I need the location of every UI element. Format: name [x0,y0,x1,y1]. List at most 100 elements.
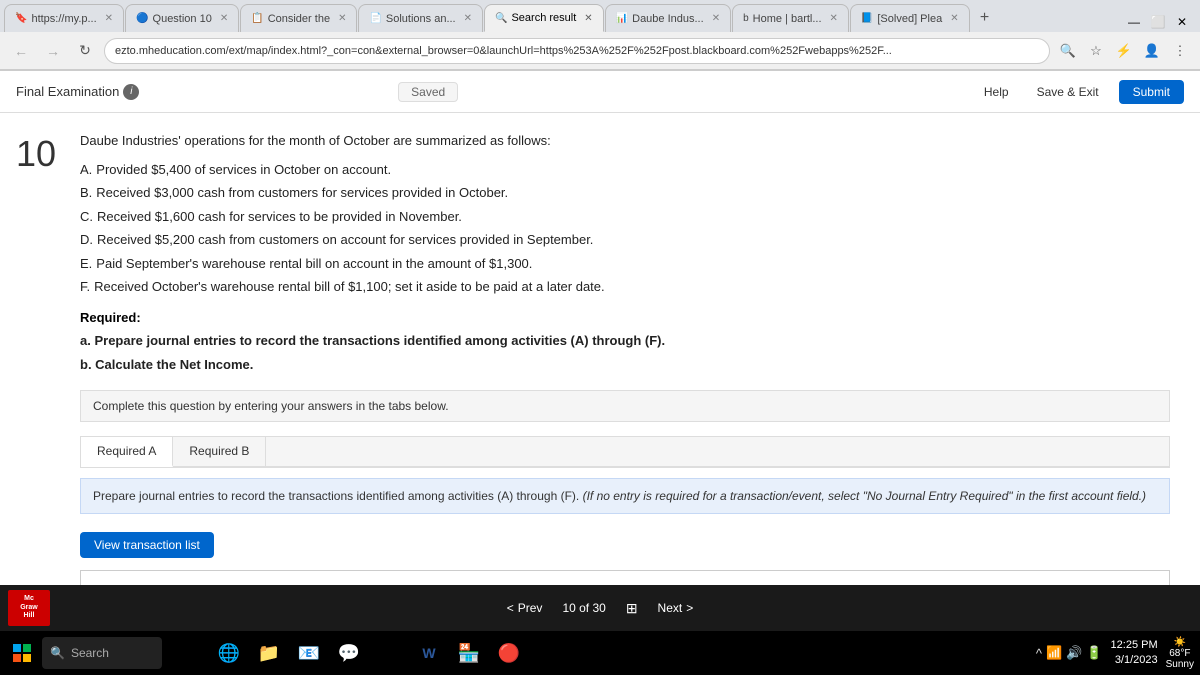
tab-close-3[interactable]: ✕ [338,13,346,24]
taskbar-app-explorer[interactable]: 📁 [250,634,288,672]
submit-button[interactable]: Submit [1119,80,1184,104]
next-button[interactable]: Next > [658,601,694,615]
browser-tab-6[interactable]: 📊 Daube Indus... ✕ [605,4,731,32]
back-button[interactable]: ← [8,38,34,64]
next-arrow-icon: > [686,601,693,615]
browser-tab-8[interactable]: 📘 [Solved] Plea ✕ [850,4,970,32]
complete-text: Complete this question by entering your … [93,399,449,413]
question-intro: Daube Industries' operations for the mon… [80,133,1170,148]
search-label: Search [71,646,109,660]
battery-icon[interactable]: 🔋 [1086,645,1102,661]
tab-close-6[interactable]: ✕ [712,13,720,24]
bottom-nav: Mc Graw Hill < Prev 10 of 30 ⊞ Next > [0,585,1200,631]
tab-favicon-5: 🔍 [495,13,507,24]
required-label: Required: [80,310,1170,325]
clock[interactable]: 12:25 PM 3/1/2023 [1111,638,1158,669]
saved-badge: Saved [398,82,458,102]
req-b-letter: b. [80,357,95,372]
tab-required-b[interactable]: Required B [173,437,266,466]
complete-box: Complete this question by entering your … [80,390,1170,422]
list-item: C. Received $1,600 cash for services to … [80,205,1170,228]
weather-icon: ☀️ [1174,637,1186,648]
tab-label-2: Question 10 [153,13,212,25]
mcgraw-logo-container: Mc Graw Hill [8,590,50,626]
main-content: 10 Daube Industries' operations for the … [0,113,1200,585]
tab-label-3: Consider the [268,13,330,25]
tab-close-4[interactable]: ✕ [464,13,472,24]
minimize-button[interactable]: — [1124,12,1144,32]
search-icon-taskbar: 🔍 [50,646,65,660]
refresh-button[interactable]: ↻ [72,38,98,64]
mcgraw-mc: Mc [24,595,34,603]
tab-close-8[interactable]: ✕ [950,13,958,24]
tabs-container: Required A Required B [80,436,1170,468]
search-icon[interactable]: 🔍 [1056,39,1080,63]
taskbar-app-word[interactable]: W [410,634,448,672]
tab-bar: 🔖 https://my.p... ✕ 🔵 Question 10 ✕ 📋 Co… [0,0,1200,32]
date-display: 3/1/2023 [1111,653,1158,668]
extensions-icon[interactable]: ⚡ [1112,39,1136,63]
taskbar-app-chrome[interactable]: 🔴 [490,634,528,672]
prev-arrow-icon: < [507,601,514,615]
taskbar: 🔍 Search 🗂 🌐 📁 📧 💬 🛡 W 🏪 🔴 ^ 📶 🔊 🔋 12:25… [0,631,1200,675]
mcgraw-logo: Mc Graw Hill [8,590,50,626]
tab-label-4: Solutions an... [386,13,456,25]
tab-required-a[interactable]: Required A [81,437,173,467]
tab-favicon-6: 📊 [616,13,628,24]
address-icons: 🔍 ☆ ⚡ 👤 ⋮ [1056,39,1192,63]
tabs-header: Required A Required B [81,437,1169,467]
info-icon[interactable]: i [123,84,139,100]
view-transaction-button[interactable]: View transaction list [80,532,214,558]
app-title-text: Final Examination [16,84,119,99]
taskbar-app-edge[interactable]: 🌐 [210,634,248,672]
transaction-letter-f: F. [80,275,90,298]
start-button[interactable] [6,637,38,669]
taskbar-app-teams[interactable]: 💬 [330,634,368,672]
new-tab-button[interactable]: + [971,4,999,32]
browser-tab-1[interactable]: 🔖 https://my.p... ✕ [4,4,124,32]
tab-label-7: Home | bartl... [753,13,822,25]
chevron-up-icon[interactable]: ^ [1036,646,1042,661]
tab-favicon-1: 🔖 [15,13,27,24]
browser-tab-2[interactable]: 🔵 Question 10 ✕ [125,4,239,32]
close-window-button[interactable]: ✕ [1172,12,1192,32]
weather-condition: Sunny [1166,659,1194,670]
list-item: E. Paid September's warehouse rental bil… [80,252,1170,275]
tab-close-7[interactable]: ✕ [830,13,838,24]
wifi-icon[interactable]: 📶 [1046,645,1062,661]
list-item: D. Received $5,200 cash from customers o… [80,228,1170,251]
page-indicator: 10 of 30 [562,601,605,615]
profile-icon[interactable]: 👤 [1140,39,1164,63]
taskbar-app-store[interactable]: 🏪 [450,634,488,672]
browser-tab-5[interactable]: 🔍 Search result ✕ [484,4,604,32]
browser-tab-4[interactable]: 📄 Solutions an... ✕ [358,4,483,32]
mcgraw-hill: Hill [24,612,35,620]
help-button[interactable]: Help [976,81,1017,103]
bookmark-icon[interactable]: ☆ [1084,39,1108,63]
tab-controls: — ⬜ ✕ [1124,12,1196,32]
address-input[interactable] [104,38,1050,64]
taskbar-app-widgets[interactable]: 🗂 [170,634,208,672]
prev-button[interactable]: < Prev [507,601,543,615]
taskbar-app-antivirus[interactable]: 🛡 [370,634,408,672]
taskbar-search[interactable]: 🔍 Search [42,637,162,669]
menu-icon[interactable]: ⋮ [1168,39,1192,63]
tab-close-1[interactable]: ✕ [105,13,113,24]
tab-close-5[interactable]: ✕ [584,13,592,24]
transaction-text-c: Received $1,600 cash for services to be … [97,205,462,228]
tab-favicon-2: 🔵 [136,13,148,24]
taskbar-app-mail[interactable]: 📧 [290,634,328,672]
browser-tab-7[interactable]: b Home | bartl... ✕ [732,4,849,32]
app-title-container: Final Examination i [16,84,139,100]
forward-button[interactable]: → [40,38,66,64]
restore-button[interactable]: ⬜ [1148,12,1168,32]
save-exit-button[interactable]: Save & Exit [1029,81,1107,103]
browser-tab-3[interactable]: 📋 Consider the ✕ [240,4,357,32]
grid-icon[interactable]: ⊞ [626,600,638,617]
required-items: a. Prepare journal entries to record the… [80,329,1170,376]
time-display: 12:25 PM [1111,638,1158,653]
transaction-text-b: Received $3,000 cash from customers for … [96,181,508,204]
volume-icon[interactable]: 🔊 [1066,645,1082,661]
tab-close-2[interactable]: ✕ [220,13,228,24]
question-body: Daube Industries' operations for the mon… [80,133,1170,585]
